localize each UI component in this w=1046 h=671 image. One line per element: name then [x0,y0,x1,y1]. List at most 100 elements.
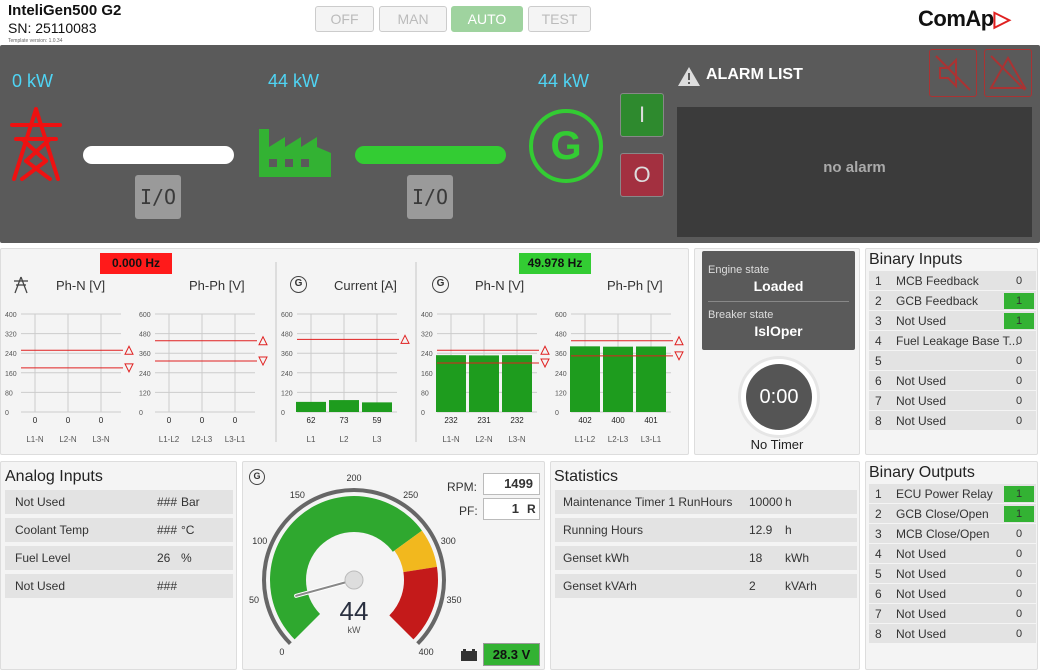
binary-outputs-panel: Binary Outputs 1 ECU Power Relay 1 2 GCB Clo… [865,461,1038,670]
input-name: Not Used [896,393,947,408]
rpm-value: 1499 [483,473,540,495]
divider [708,301,849,302]
mains-bus-bar [83,146,234,164]
fault-reset-button[interactable] [984,49,1032,97]
statistic-unit: h [785,523,792,537]
load-factory-icon [259,129,331,177]
axis-tick-label: 120 [139,390,151,397]
mains-voltage-chart: 400 320 240 160 80 0 0 L1-N 0 L2-N 0 L3-N 600 480 360 2… [5,312,268,444]
bar-value-label: 59 [373,416,382,425]
gauge-unit: kW [348,625,362,635]
gauge-tick-label: 250 [403,490,418,500]
bar-value-label: 232 [510,416,524,425]
engine-stop-button[interactable]: O [620,153,664,197]
analog-input-row: Not Used ### Bar [5,490,233,514]
serial-number: SN: 25110083 [8,20,97,36]
voltage-bar [436,355,466,412]
engine-state-box: Engine state Loaded Breaker state IslOpe… [702,251,855,350]
bar-value-label: 62 [307,416,316,425]
mains-power: 0 kW [12,71,54,91]
binary-inputs-panel: Binary Inputs 1 MCB Feedback 0 2 GCB Feedbac… [865,248,1038,455]
axis-tick-label: 240 [421,351,433,358]
axis-tick-label: 80 [421,390,429,397]
input-state: 0 [1015,355,1023,367]
row-index: 1 [875,486,882,501]
output-name: Not Used [896,606,947,621]
axis-tick-label: 480 [139,332,151,339]
gcb-toggle-button[interactable]: I/O [407,175,453,219]
statistic-name: Maintenance Timer 1 RunHours [563,495,733,509]
row-index: 2 [875,506,882,521]
output-state: 0 [1015,528,1023,540]
bar-category-label: L3-L1 [225,435,246,444]
axis-tick-label: 120 [281,390,293,397]
gauge-hub [344,570,364,590]
gauge-tick-label: 200 [346,473,361,483]
axis-tick-label: 240 [555,371,567,378]
row-index: 8 [875,413,882,428]
gen-phph-title: Ph-Ph [V] [607,278,663,293]
output-state: 0 [1015,548,1023,560]
binary-input-row: 7 Not Used 0 [869,391,1036,410]
mode-auto-button[interactable]: AUTO [451,6,523,32]
bar-value-label: 232 [444,416,458,425]
limit-marker [674,351,684,361]
rpm-label: RPM: [447,480,477,494]
binary-outputs-title: Binary Outputs [869,464,975,481]
alarm-list-box: no alarm [677,107,1032,237]
mains-frequency: 0.000 Hz [100,253,172,274]
row-index: 1 [875,273,882,288]
bar-value-label: 0 [167,416,172,425]
output-state: 0 [1015,568,1023,580]
input-name: Fuel Leakage Base T... [896,333,1019,348]
axis-tick-label: 0 [281,410,285,417]
horn-reset-button[interactable] [929,49,977,97]
bar-value-label: 0 [66,416,71,425]
output-name: GCB Close/Open [896,506,989,521]
mcb-toggle-button[interactable]: I/O [135,175,181,219]
binary-output-row: 2 GCB Close/Open 1 [869,504,1036,523]
input-name: Not Used [896,373,947,388]
engine-start-button[interactable]: I [620,93,664,137]
generator-small-icon: G [432,276,449,293]
row-index: 5 [875,566,882,581]
breaker-state-value: IslOper [754,323,803,339]
limit-marker [258,335,268,346]
mains-phph-title: Ph-Ph [V] [189,278,245,293]
gauge-tick-label: 50 [249,595,259,605]
gauge-tick-label: 300 [441,536,456,546]
output-state: 1 [1004,506,1034,522]
bar-category-label: L3-N [508,435,526,444]
current-chart: 600 480 360 240 120 0 62 L1 73 L2 59 L3 [281,312,410,444]
gen-phn-title: Ph-N [V] [475,278,525,293]
analog-name: Not Used [15,495,66,509]
input-state: 0 [1015,415,1023,427]
bar-category-label: L2-N [475,435,493,444]
binary-output-row: 8 Not Used 0 [869,624,1036,643]
row-index: 6 [875,586,882,601]
bar-value-label: 401 [644,416,658,425]
binary-output-row: 7 Not Used 0 [869,604,1036,623]
axis-tick-label: 320 [5,332,17,339]
mode-man-button[interactable]: MAN [379,6,447,32]
horn-muted-icon [935,55,971,91]
mode-off-button[interactable]: OFF [315,6,374,32]
input-name: MCB Feedback [896,273,979,288]
bar-category-label: L2-L3 [608,435,629,444]
analog-input-row: Coolant Temp ### °C [5,518,233,542]
gen-bus-bar [355,146,506,164]
analog-unit: °C [181,523,195,537]
template-version: Template version: 1.0.34 [8,38,63,44]
output-state: 0 [1015,628,1023,640]
binary-input-row: 3 Not Used 1 [869,311,1036,330]
output-name: ECU Power Relay [896,486,993,501]
input-state: 0 [1015,375,1023,387]
row-index: 2 [875,293,882,308]
input-state: 0 [1015,335,1023,347]
statistic-unit: kWh [785,551,809,565]
limit-marker [124,363,134,374]
row-index: 8 [875,626,882,641]
generator-small-icon: G [290,276,307,293]
analog-value: ### [157,523,178,537]
mode-test-button[interactable]: TEST [528,6,591,32]
